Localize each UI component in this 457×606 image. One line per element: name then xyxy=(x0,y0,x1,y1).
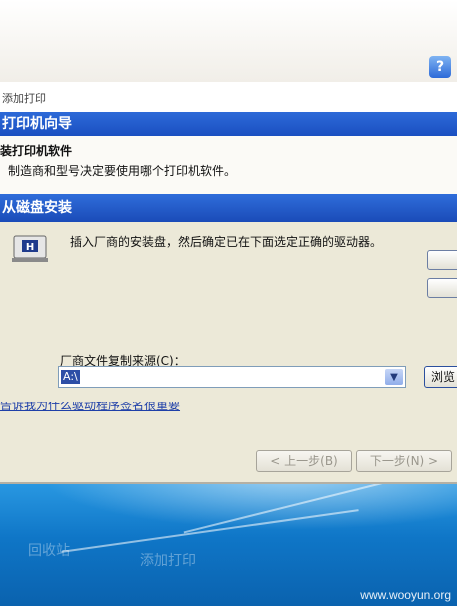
desktop-icon-label[interactable]: 添加打印 xyxy=(140,550,196,570)
link-strip: 告诉我为什么驱动程序签名很重要 xyxy=(0,402,457,418)
watermark: www.wooyun.org xyxy=(360,588,451,602)
printer-wizard-window: ? 添加打印 打印机向导 装打印机软件 制造商和型号决定要使用哪个打印机软件。 … xyxy=(0,0,457,484)
wizard-crumb: 添加打印 xyxy=(2,92,46,105)
source-combobox[interactable]: A:\ ▼ xyxy=(58,366,406,388)
next-button[interactable]: 下一步(N) > xyxy=(356,450,452,472)
cancel-button[interactable] xyxy=(427,278,457,298)
browse-button[interactable]: 浏览 xyxy=(424,366,457,388)
wizard-heading: 装打印机软件 xyxy=(0,144,73,158)
wizard-nav-area: < 上一步(B) 下一步(N) > xyxy=(0,440,457,480)
floppy-disk-icon: H xyxy=(12,235,48,262)
desktop-background: 回收站 添加打印 www.wooyun.org xyxy=(0,468,457,606)
chevron-down-icon[interactable]: ▼ xyxy=(385,369,403,385)
install-from-disk-body: H 插入厂商的安装盘，然后确定已在下面选定正确的驱动器。 厂商文件复制来源(C)… xyxy=(0,222,457,422)
wizard-header-band: 添加打印 xyxy=(0,82,457,112)
driver-signing-link[interactable]: 告诉我为什么驱动程序签名很重要 xyxy=(0,402,180,413)
source-value: A:\ xyxy=(61,370,80,384)
svg-text:H: H xyxy=(26,242,34,253)
titlebar: ? xyxy=(0,0,457,82)
install-from-disk-title: 从磁盘安装 xyxy=(0,194,457,222)
desktop-icon-label[interactable]: 回收站 xyxy=(28,540,70,560)
wizard-title: 打印机向导 xyxy=(0,112,457,136)
back-button[interactable]: < 上一步(B) xyxy=(256,450,352,472)
install-instruction: 插入厂商的安装盘，然后确定已在下面选定正确的驱动器。 xyxy=(70,235,383,249)
help-button[interactable]: ? xyxy=(429,56,451,78)
ok-button[interactable] xyxy=(427,250,457,270)
wizard-subtitle-area: 装打印机软件 制造商和型号决定要使用哪个打印机软件。 xyxy=(0,136,457,194)
photo-frame: 回收站 添加打印 www.wooyun.org ? 添加打印 打印机向导 装打印… xyxy=(0,0,457,606)
wizard-description: 制造商和型号决定要使用哪个打印机软件。 xyxy=(8,164,237,178)
